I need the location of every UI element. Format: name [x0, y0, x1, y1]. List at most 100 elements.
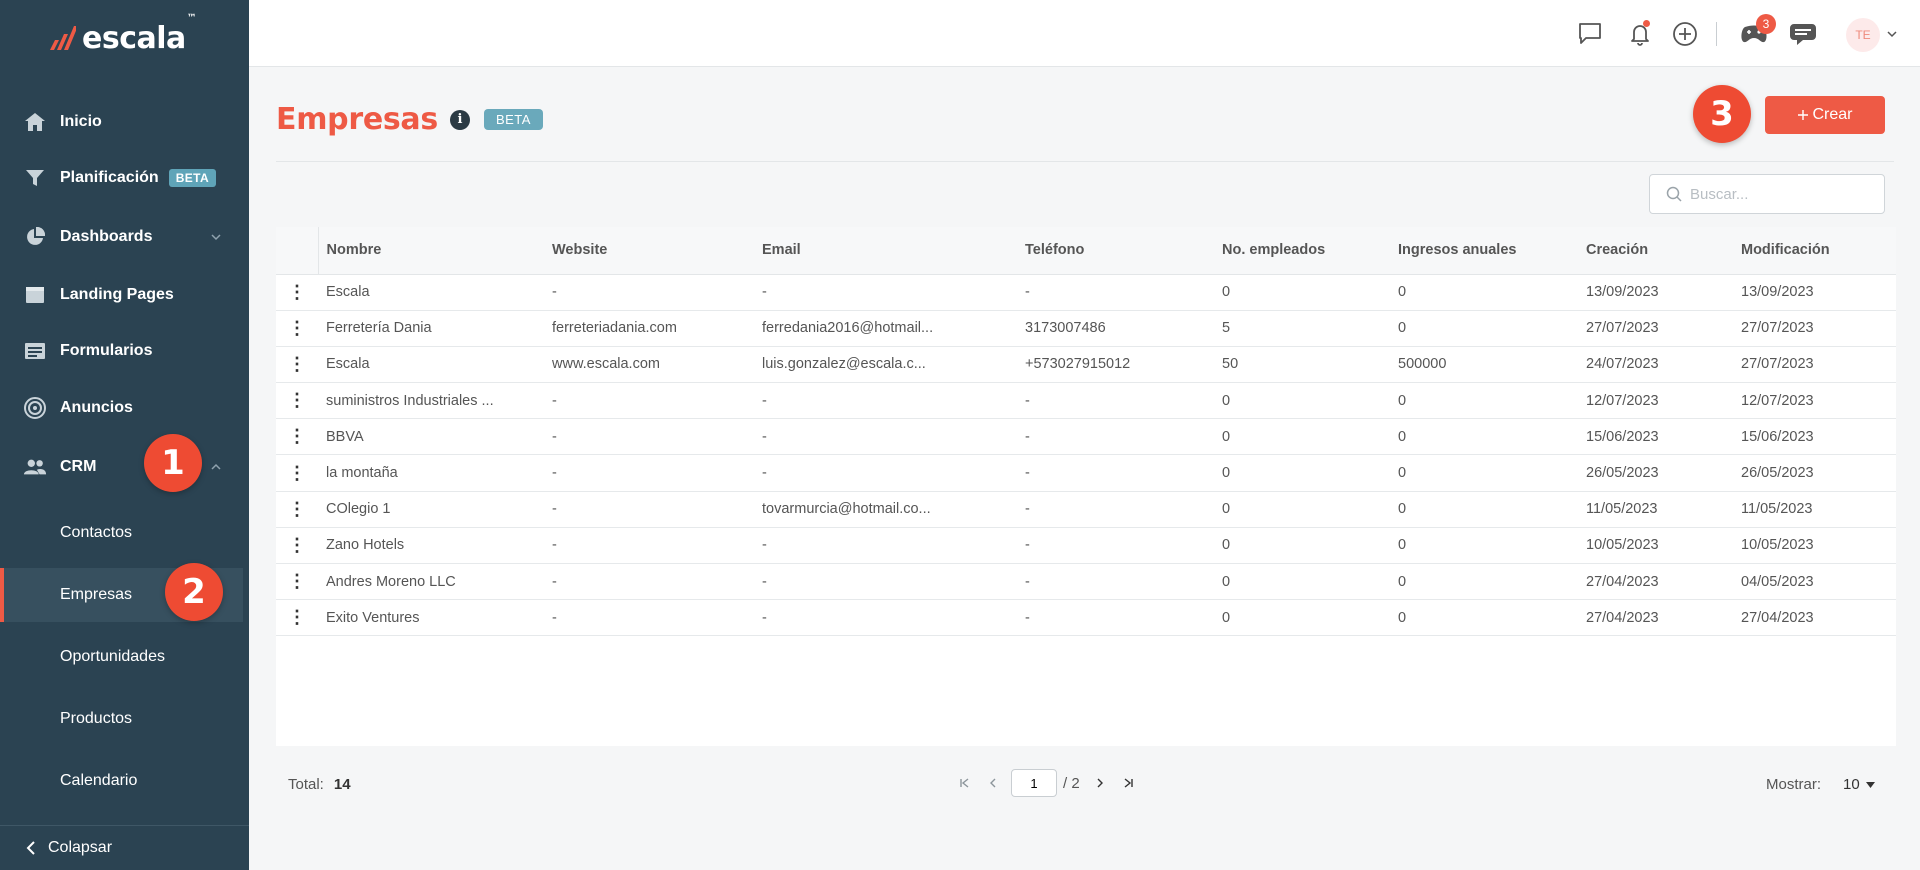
table-cell: 0 — [1398, 284, 1407, 301]
chevron-down-icon[interactable] — [1887, 30, 1897, 38]
column-header-email[interactable]: Email — [754, 227, 1017, 275]
table-cell[interactable]: Escala — [318, 274, 544, 310]
table-row[interactable]: ⋮ Andres Moreno LLC - - -0 0 27/04/2023 04/05/2… — [276, 564, 1896, 600]
table-cell: 0 — [1398, 537, 1407, 554]
table-cell: - — [762, 573, 767, 590]
bell-icon[interactable] — [1624, 18, 1656, 50]
table-row[interactable]: ⋮ Ferretería Dania ferreteriadania.com ferr… — [276, 310, 1896, 347]
gamepad-icon[interactable]: 3 — [1738, 14, 1776, 50]
kebab-menu-icon[interactable]: ⋮ — [288, 536, 306, 554]
sidebar-item-dashboards[interactable]: Dashboards — [0, 215, 249, 259]
brand-logo[interactable]: escala™ — [50, 13, 197, 58]
table-cell: 0 — [1222, 609, 1231, 626]
table-cell: 27/07/2023 — [1741, 356, 1814, 373]
chat-icon[interactable] — [1787, 18, 1819, 50]
table-cell: 0 — [1222, 573, 1231, 590]
sidebar-subitem-productos[interactable]: Productos — [0, 692, 243, 746]
page-size-select[interactable]: 10 — [1843, 776, 1875, 793]
sidebar-item-landing-pages[interactable]: Landing Pages — [0, 273, 249, 317]
search-icon — [1666, 186, 1682, 202]
page-title: Empresas — [276, 102, 438, 137]
chevron-up-icon[interactable] — [210, 461, 222, 473]
table-row[interactable]: ⋮ la montaña - - -0 0 26/05/2023 26/05/2023 — [276, 455, 1896, 492]
column-header-nombre[interactable]: Nombre — [318, 227, 544, 275]
sidebar-item-formularios[interactable]: Formularios — [0, 329, 249, 373]
table-cell: 50 — [1222, 356, 1239, 373]
table-cell: 27/07/2023 — [1741, 320, 1814, 337]
prev-page-icon[interactable] — [979, 769, 1007, 797]
table-row[interactable]: ⋮ suministros Industriales ... - - -0 0 12/07/… — [276, 383, 1896, 419]
table-cell: - — [1025, 501, 1030, 518]
table-row[interactable]: ⋮ Zano Hotels - - -0 0 10/05/2023 10/05/2023 — [276, 527, 1896, 564]
column-header-actions — [276, 227, 319, 275]
table-cell[interactable]: COlegio 1 — [318, 491, 544, 527]
feedback-icon[interactable] — [1574, 18, 1606, 50]
column-header-creacion[interactable]: Creación — [1578, 227, 1733, 275]
page-size-label: Mostrar: — [1766, 776, 1822, 793]
column-header-ingresos[interactable]: Ingresos anuales — [1390, 227, 1578, 275]
table-cell: 5 — [1222, 320, 1231, 337]
table-cell: 0 — [1398, 573, 1407, 590]
table-row[interactable]: ⋮ Escala - - -0 0 13/09/2023 13/09/2023 — [276, 274, 1896, 311]
sidebar-subitem-label: Productos — [60, 710, 133, 727]
table-cell[interactable]: Zano Hotels — [318, 527, 544, 563]
table-cell: - — [762, 537, 767, 554]
kebab-menu-icon[interactable]: ⋮ — [288, 572, 306, 590]
kebab-menu-icon[interactable]: ⋮ — [288, 283, 306, 301]
sidebar-item-crm[interactable]: CRM — [0, 445, 249, 489]
sidebar-item-planificacion[interactable]: Planificación BETA — [0, 156, 249, 200]
table-cell: 0 — [1222, 392, 1231, 409]
table-cell[interactable]: Ferretería Dania — [318, 310, 544, 346]
add-circle-icon[interactable] — [1669, 18, 1701, 50]
table-cell: 0 — [1222, 284, 1231, 301]
search-input[interactable] — [1690, 185, 1880, 203]
table-cell: 11/05/2023 — [1741, 501, 1813, 518]
table-cell[interactable]: BBVA — [318, 419, 544, 455]
create-button-label: Crear — [1812, 106, 1853, 123]
column-header-telefono[interactable]: Teléfono — [1017, 227, 1214, 275]
collapse-sidebar-button[interactable]: Colapsar — [0, 825, 249, 870]
page-number-input[interactable] — [1011, 769, 1057, 797]
table-row[interactable]: ⋮ COlegio 1- tovarmurcia@hotmail.co... -0 0 1… — [276, 491, 1896, 528]
avatar[interactable]: TE — [1846, 18, 1880, 52]
column-header-website[interactable]: Website — [544, 227, 754, 275]
sidebar-subitem-contactos[interactable]: Contactos — [0, 506, 243, 560]
sidebar-item-inicio[interactable]: Inicio — [0, 100, 249, 144]
last-page-icon[interactable] — [1114, 769, 1142, 797]
table-cell: 0 — [1222, 465, 1231, 482]
table-cell: 27/04/2023 — [1586, 573, 1659, 590]
first-page-icon[interactable] — [951, 769, 979, 797]
chevron-down-icon[interactable] — [210, 231, 222, 243]
column-header-modificacion[interactable]: Modificación — [1733, 227, 1896, 275]
info-icon[interactable]: i — [449, 109, 470, 130]
table-cell: 10/05/2023 — [1741, 537, 1814, 554]
table-cell[interactable]: Exito Ventures — [318, 600, 544, 636]
table-cell: - — [762, 609, 767, 626]
table-cell[interactable]: Escala — [318, 346, 544, 382]
table-row[interactable]: ⋮ Exito Ventures - - -0 0 27/04/2023 27/04/2023 — [276, 600, 1896, 636]
table-row[interactable]: ⋮ BBVA - - -0 0 15/06/2023 15/06/2023 — [276, 419, 1896, 455]
table-cell[interactable]: la montaña — [318, 455, 544, 491]
table-cell[interactable]: suministros Industriales ... — [318, 383, 544, 419]
next-page-icon[interactable] — [1086, 769, 1114, 797]
kebab-menu-icon[interactable]: ⋮ — [288, 500, 306, 518]
table-cell: 0 — [1398, 320, 1407, 337]
kebab-menu-icon[interactable]: ⋮ — [288, 319, 306, 337]
create-button[interactable]: Crear — [1765, 96, 1885, 134]
table-cell[interactable]: Andres Moreno LLC — [318, 564, 544, 600]
home-icon — [23, 110, 47, 134]
collapse-label: Colapsar — [48, 839, 113, 856]
table-cell: 500000 — [1398, 356, 1447, 373]
sidebar-subitem-calendario[interactable]: Calendario — [0, 754, 243, 808]
kebab-menu-icon[interactable]: ⋮ — [288, 427, 306, 445]
kebab-menu-icon[interactable]: ⋮ — [288, 355, 306, 373]
kebab-menu-icon[interactable]: ⋮ — [288, 608, 306, 626]
sidebar-subitem-oportunidades[interactable]: Oportunidades — [0, 630, 243, 684]
column-header-empleados[interactable]: No. empleados — [1214, 227, 1390, 275]
beta-badge: BETA — [483, 109, 543, 130]
sidebar-item-anuncios[interactable]: Anuncios — [0, 386, 249, 430]
page-size: Mostrar: 10 — [1766, 776, 1875, 793]
kebab-menu-icon[interactable]: ⋮ — [288, 391, 306, 409]
kebab-menu-icon[interactable]: ⋮ — [288, 464, 306, 482]
table-row[interactable]: ⋮ Escala www.escala.com luis.gonzalez@escal… — [276, 346, 1896, 383]
